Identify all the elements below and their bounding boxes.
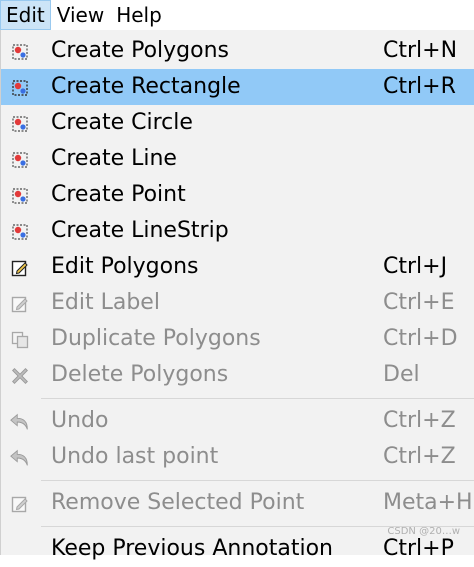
menu-item-label: Undo <box>51 408 109 433</box>
undo-icon <box>9 411 31 433</box>
create-shape-icon <box>9 185 31 207</box>
menu-item-duplicate-polygons[interactable]: Duplicate Polygons Ctrl+D <box>1 321 474 357</box>
menu-item-shortcut: Meta+H <box>383 490 473 515</box>
menu-item-label: Create Polygons <box>51 38 229 63</box>
menu-item-delete-polygons[interactable]: Delete Polygons Del <box>1 357 474 393</box>
create-shape-icon <box>9 113 31 135</box>
menubar-help[interactable]: Help <box>110 0 168 30</box>
menu-item-undo-last-point[interactable]: Undo last point Ctrl+Z <box>1 439 474 475</box>
menubar-view[interactable]: View <box>51 0 110 30</box>
menu-item-create-circle[interactable]: Create Circle <box>1 105 474 141</box>
menu-item-edit-polygons[interactable]: Edit Polygons Ctrl+J <box>1 249 474 285</box>
create-shape-icon <box>9 41 31 63</box>
menu-item-label: Edit Polygons <box>51 254 199 279</box>
menubar-edit[interactable]: Edit <box>0 0 51 30</box>
menu-separator <box>41 480 474 481</box>
delete-icon <box>9 365 31 387</box>
menu-item-shortcut: Ctrl+P <box>383 536 454 561</box>
menu-item-label: Remove Selected Point <box>51 490 305 515</box>
menu-item-label: Keep Previous Annotation <box>51 536 333 561</box>
menu-item-shortcut: Ctrl+N <box>383 38 458 63</box>
menu-item-label: Create Rectangle <box>51 74 241 99</box>
menubar: Edit View Help <box>0 0 474 30</box>
menu-separator <box>41 398 474 399</box>
menu-item-label: Edit Label <box>51 290 160 315</box>
menu-item-create-linestrip[interactable]: Create LineStrip <box>1 213 474 249</box>
menu-item-label: Create Circle <box>51 110 193 135</box>
watermark: CSDN @20…w <box>387 526 460 537</box>
copy-icon <box>9 329 31 351</box>
menu-item-label: Create LineStrip <box>51 218 229 243</box>
create-shape-icon <box>9 149 31 171</box>
menu-item-shortcut: Del <box>383 362 420 387</box>
edit-icon <box>9 293 31 315</box>
create-shape-icon <box>9 77 31 99</box>
menu-item-label: Delete Polygons <box>51 362 229 387</box>
menu-item-label: Create Point <box>51 182 186 207</box>
menu-item-edit-label[interactable]: Edit Label Ctrl+E <box>1 285 474 321</box>
edit-icon <box>9 257 31 279</box>
menu-item-shortcut: Ctrl+D <box>383 326 458 351</box>
menu-item-shortcut: Ctrl+Z <box>383 408 456 433</box>
menu-item-shortcut: Ctrl+J <box>383 254 448 279</box>
edit-icon <box>9 493 31 515</box>
menu-item-label: Create Line <box>51 146 177 171</box>
menu-item-create-line[interactable]: Create Line <box>1 141 474 177</box>
create-shape-icon <box>9 221 31 243</box>
menu-item-create-point[interactable]: Create Point <box>1 177 474 213</box>
menu-item-label: Undo last point <box>51 444 219 469</box>
menu-item-shortcut: Ctrl+E <box>383 290 455 315</box>
menu-item-create-rectangle[interactable]: Create Rectangle Ctrl+R <box>1 69 474 105</box>
menu-item-shortcut: Ctrl+Z <box>383 444 456 469</box>
undo-icon <box>9 447 31 469</box>
menu-item-remove-selected-point[interactable]: Remove Selected Point Meta+H <box>1 485 474 521</box>
menu-item-undo[interactable]: Undo Ctrl+Z <box>1 403 474 439</box>
menu-item-create-polygons[interactable]: Create Polygons Ctrl+N <box>1 33 474 69</box>
menu-item-shortcut: Ctrl+R <box>383 74 456 99</box>
edit-menu: Create Polygons Ctrl+N Create Rectangle … <box>0 30 474 561</box>
menu-item-label: Duplicate Polygons <box>51 326 261 351</box>
